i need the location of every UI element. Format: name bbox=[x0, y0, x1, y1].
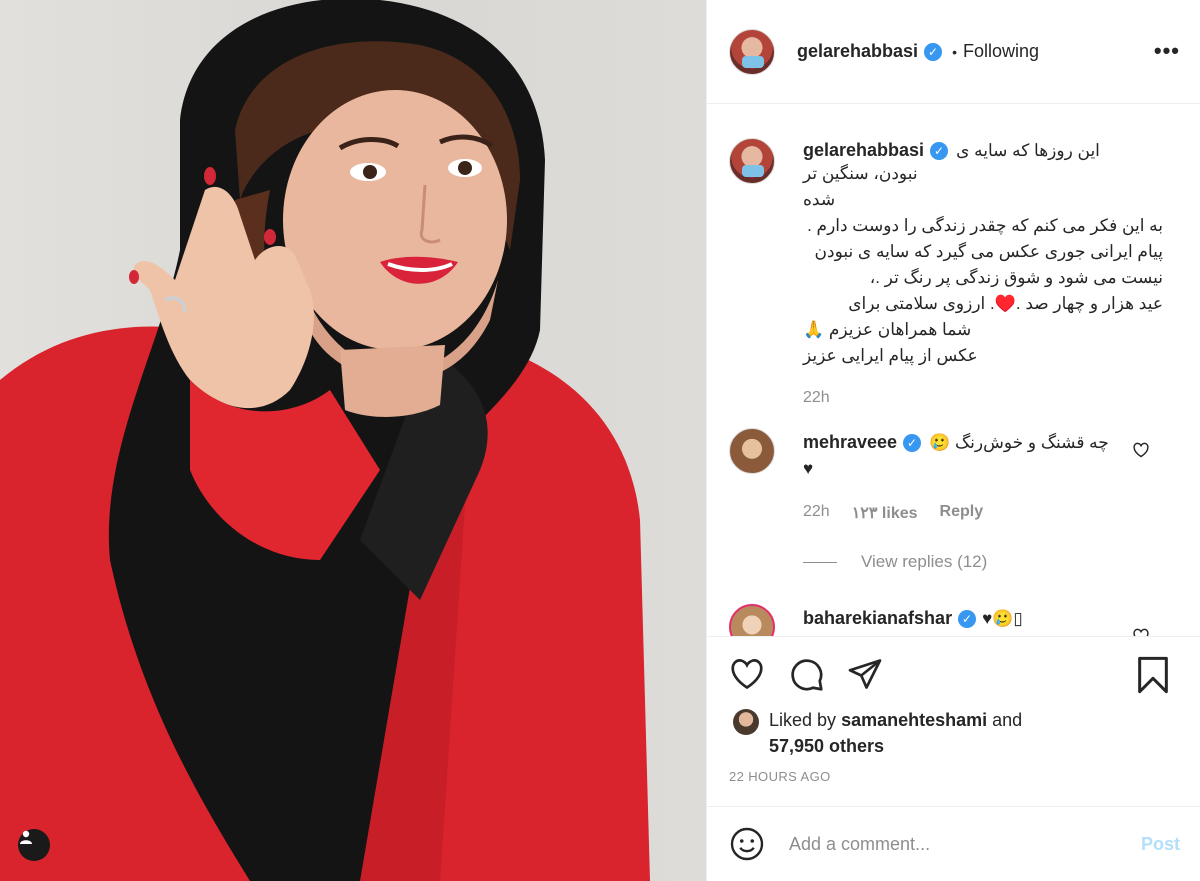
add-comment-bar: Add a comment... Post bbox=[707, 806, 1200, 881]
caption-text-line: به این فکر می کنم که چقدر زندگی را دوست … bbox=[807, 216, 1163, 235]
comments-list[interactable]: gelarehabbasi ✓ این روزها که سایه ی نبود… bbox=[707, 104, 1200, 636]
comment-time[interactable]: 22h bbox=[803, 503, 830, 523]
commenter-username[interactable]: baharekianafshar bbox=[803, 608, 952, 629]
post-timestamp[interactable]: 22 HOURS AGO bbox=[729, 769, 831, 784]
caption-text-line: نبودن، سنگین تر شده bbox=[803, 164, 918, 209]
author-username[interactable]: gelarehabbasi bbox=[797, 41, 918, 62]
heart-outline-icon[interactable] bbox=[1132, 442, 1150, 458]
comment-text: ♥ bbox=[803, 459, 814, 478]
verified-badge-icon: ✓ bbox=[930, 141, 949, 160]
caption-username[interactable]: gelarehabbasi bbox=[803, 140, 924, 161]
view-replies-label: View replies (12) bbox=[861, 552, 988, 571]
comment-text: ♥🥲▯ bbox=[982, 608, 1023, 628]
liker-avatar[interactable] bbox=[733, 709, 759, 735]
likes-count[interactable]: 57,950 others bbox=[769, 736, 884, 756]
liked-by-and: and bbox=[992, 710, 1023, 730]
caption-text-line: عید هزار و چهار صد .♥️. ارزوی سلامتی برا… bbox=[848, 294, 1163, 313]
user-icon bbox=[20, 830, 32, 844]
tagged-user-button[interactable] bbox=[18, 829, 50, 861]
view-replies-button[interactable]: View replies (12) bbox=[803, 552, 987, 572]
save-bookmark-icon[interactable] bbox=[1136, 655, 1170, 695]
comment-input[interactable]: Add a comment... bbox=[789, 834, 1141, 855]
heart-outline-icon[interactable] bbox=[1132, 628, 1150, 636]
replies-divider bbox=[803, 561, 837, 563]
share-paper-plane-icon[interactable] bbox=[847, 657, 883, 691]
caption-text-line: نیست می شود و شوق زندگی پر رنگ تر .، bbox=[869, 268, 1163, 287]
post-photo[interactable] bbox=[0, 0, 706, 881]
portrait-illustration bbox=[0, 0, 650, 881]
comment-text: چه قشنگ و خوش‌رنگ 🥲 bbox=[929, 432, 1109, 452]
comment-bubble-icon[interactable] bbox=[789, 657, 825, 693]
author-avatar[interactable] bbox=[729, 28, 775, 75]
caption-text-line: عکس از پیام ایرایی عزیز bbox=[803, 346, 978, 365]
comment-likes[interactable]: ۱۲۳ likes bbox=[852, 503, 918, 523]
caption-time[interactable]: 22h bbox=[803, 389, 1163, 407]
reply-button[interactable]: Reply bbox=[940, 503, 984, 523]
verified-badge-icon: ✓ bbox=[903, 433, 922, 452]
verified-badge-icon: ✓ bbox=[958, 609, 977, 628]
post-comment-button[interactable]: Post bbox=[1141, 834, 1180, 855]
caption-first-line: gelarehabbasi ✓ این روزها که سایه ی bbox=[803, 140, 1163, 161]
follow-bullet: • bbox=[952, 43, 957, 60]
post-side-panel: gelarehabbasi ✓ • Following ••• gelareha… bbox=[706, 0, 1200, 881]
commenter-username[interactable]: mehraveee bbox=[803, 432, 897, 453]
commenter-avatar[interactable] bbox=[729, 604, 775, 636]
caption-text-line: پیام ایرانی جوری عکس می گیرد که سایه ی ن… bbox=[814, 242, 1163, 261]
post-actions: Liked by samanehteshami and 57,950 other… bbox=[707, 636, 1200, 806]
emoji-icon[interactable] bbox=[729, 826, 765, 862]
caption-text-line: شما همراهان عزیزم 🙏 bbox=[803, 320, 972, 339]
liked-by-prefix: Liked by bbox=[769, 710, 837, 730]
caption-avatar[interactable] bbox=[729, 138, 775, 184]
post-header: gelarehabbasi ✓ • Following ••• bbox=[707, 0, 1200, 104]
verified-badge-icon: ✓ bbox=[924, 42, 943, 61]
caption-text-line: این روزها که سایه ی bbox=[956, 140, 1100, 160]
liker-username[interactable]: samanehteshami bbox=[841, 710, 987, 730]
like-heart-icon[interactable] bbox=[729, 657, 765, 691]
following-button[interactable]: Following bbox=[963, 41, 1039, 62]
commenter-avatar[interactable] bbox=[729, 428, 775, 474]
liked-by: Liked by samanehteshami and 57,950 other… bbox=[733, 707, 1022, 759]
more-options-icon[interactable]: ••• bbox=[1154, 38, 1180, 64]
